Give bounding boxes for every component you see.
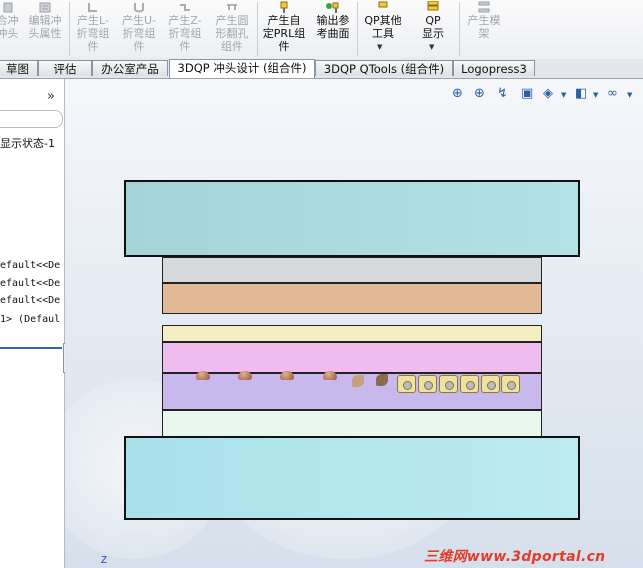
display-icon [427, 1, 439, 11]
tab-logopress3[interactable]: Logopress3 [453, 60, 535, 76]
punch-component[interactable] [323, 371, 337, 380]
custom-prl-icon [280, 1, 288, 13]
prl-component[interactable] [481, 375, 500, 393]
tree-filter-input[interactable] [0, 110, 63, 128]
ribbon-button-z-bend[interactable]: 产生Z- 折弯组件 [164, 0, 206, 58]
tools-icon [378, 1, 388, 8]
tree-item[interactable]: efault<<De [0, 295, 60, 306]
tab-evaluate[interactable]: 评估 [38, 60, 92, 76]
tab-office-products[interactable]: 办公室产品 [92, 60, 168, 76]
edit-properties-icon [39, 2, 51, 13]
ribbon-button-label: 产生自 定PRL组件 [262, 14, 306, 53]
ribbon-button-qp-other-tools[interactable]: QP其他 工具 [360, 0, 406, 58]
ribbon-button-label: 产生模架 [467, 14, 501, 40]
hide-show-items-icon[interactable]: ∞ [607, 86, 618, 101]
top-plate[interactable] [124, 180, 580, 257]
ribbon-button-round-flange[interactable]: 产生圆 形翻孔 组件 [210, 0, 254, 58]
reference-surface-icon [326, 2, 339, 13]
ribbon-separator [357, 2, 358, 56]
tab-3dqp-punch-design[interactable]: 3DQP 冲头设计 (组合件) [169, 59, 315, 78]
bottom-plate[interactable] [124, 436, 580, 520]
tree-selection-divider [0, 347, 62, 349]
punch-component[interactable] [238, 371, 252, 380]
dropdown-arrow-icon[interactable]: ▼ [593, 91, 598, 99]
display-state-label[interactable]: 显示状态-1 [0, 135, 55, 151]
zoom-to-area-icon[interactable]: ⊕ [474, 86, 485, 101]
ribbon-button-output-reference-surface[interactable]: 输出参 考曲面 [311, 0, 355, 58]
ribbon-button-label: 产生Z- 折弯组件 [168, 14, 202, 53]
z-bend-icon [180, 4, 190, 11]
view-orientation-icon[interactable]: ◈ [543, 86, 553, 101]
zoom-to-fit-icon[interactable]: ⊕ [452, 86, 463, 101]
ribbon-button-label: 输出参 考曲面 [316, 14, 350, 40]
ribbon-separator [459, 2, 460, 56]
prl-component[interactable] [501, 375, 520, 393]
ribbon-button-label: 编辑冲 头属性 [28, 14, 62, 40]
ribbon-button-label: QP其他 工具 [364, 14, 402, 40]
command-tab-bar: 草图 评估 办公室产品 3DQP 冲头设计 (组合件) 3DQP QTools … [0, 59, 643, 79]
prl-component[interactable] [460, 375, 479, 393]
tab-3dqp-qtools[interactable]: 3DQP QTools (组合件) [315, 60, 453, 76]
stripper-plate[interactable] [162, 257, 542, 283]
dropdown-arrow-icon[interactable]: ▼ [429, 43, 434, 51]
ribbon-button-edit-punch-properties[interactable]: 编辑冲 头属性 [24, 0, 66, 58]
graphics-viewport[interactable]: ⊕ ⊕ ↯ ▣ ◈ ▼ ◧ ▼ ∞ ▼ Z 三维网www.3dportal.cn [65, 79, 643, 568]
display-style-icon[interactable]: ◧ [575, 86, 587, 101]
punch-holder-plate[interactable] [162, 342, 542, 373]
dropdown-arrow-icon[interactable]: ▼ [561, 91, 566, 99]
punch-component[interactable] [352, 375, 364, 387]
ribbon-button-label: 产生L- 折弯组件 [76, 14, 110, 53]
prl-component[interactable] [418, 375, 437, 393]
watermark-text: 三维网www.3dportal.cn [424, 549, 606, 565]
die-plate[interactable] [162, 410, 542, 437]
punch-component[interactable] [280, 371, 294, 380]
l-bend-icon [88, 3, 97, 12]
tab-sketch[interactable]: 草图 [0, 60, 38, 76]
spacer-plate[interactable] [162, 325, 542, 342]
tree-item[interactable]: 1> (Defaul [0, 314, 60, 325]
punch-component[interactable] [376, 374, 388, 386]
command-manager-ribbon: 合冲 冲头 编辑冲 头属性 产生L- 折弯组件 产生U- 折弯组件 产生Z- 折弯组件 产… [0, 0, 643, 60]
ribbon-button-label: 合冲 冲头 [0, 14, 19, 40]
u-bend-icon [134, 3, 144, 13]
triad-axis-label: Z [101, 555, 108, 566]
ribbon-button-punch[interactable]: 合冲 冲头 [0, 0, 19, 58]
feature-manager-panel: » 显示状态-1 efault<<De efault<<De efault<<D… [0, 79, 65, 568]
ribbon-button-l-bend[interactable]: 产生L- 折弯组件 [72, 0, 114, 58]
round-flange-icon [227, 4, 237, 10]
section-view-icon[interactable]: ▣ [521, 86, 533, 101]
ribbon-button-label: QP 显示 [422, 14, 444, 40]
ribbon-button-label: 产生圆 形翻孔 组件 [215, 14, 249, 53]
die-set-icon [478, 1, 490, 13]
ribbon-button-create-die-set[interactable]: 产生模架 [462, 0, 506, 58]
expand-panel-icon[interactable]: » [47, 89, 55, 104]
previous-view-icon[interactable]: ↯ [497, 86, 508, 101]
punch-icon [3, 2, 12, 13]
dropdown-arrow-icon[interactable]: ▼ [627, 91, 632, 99]
prl-component[interactable] [439, 375, 458, 393]
backing-plate[interactable] [162, 283, 542, 314]
dropdown-arrow-icon[interactable]: ▼ [377, 43, 382, 51]
ribbon-button-label: 产生U- 折弯组件 [121, 14, 157, 53]
tree-item[interactable]: efault<<De [0, 260, 60, 271]
ribbon-button-u-bend[interactable]: 产生U- 折弯组件 [118, 0, 160, 58]
prl-component[interactable] [397, 375, 416, 393]
ribbon-separator [257, 2, 258, 56]
tree-item[interactable]: efault<<De [0, 278, 60, 289]
punch-component[interactable] [196, 371, 210, 380]
ribbon-button-custom-prl[interactable]: 产生自 定PRL组件 [260, 0, 308, 58]
ribbon-separator [69, 2, 70, 56]
